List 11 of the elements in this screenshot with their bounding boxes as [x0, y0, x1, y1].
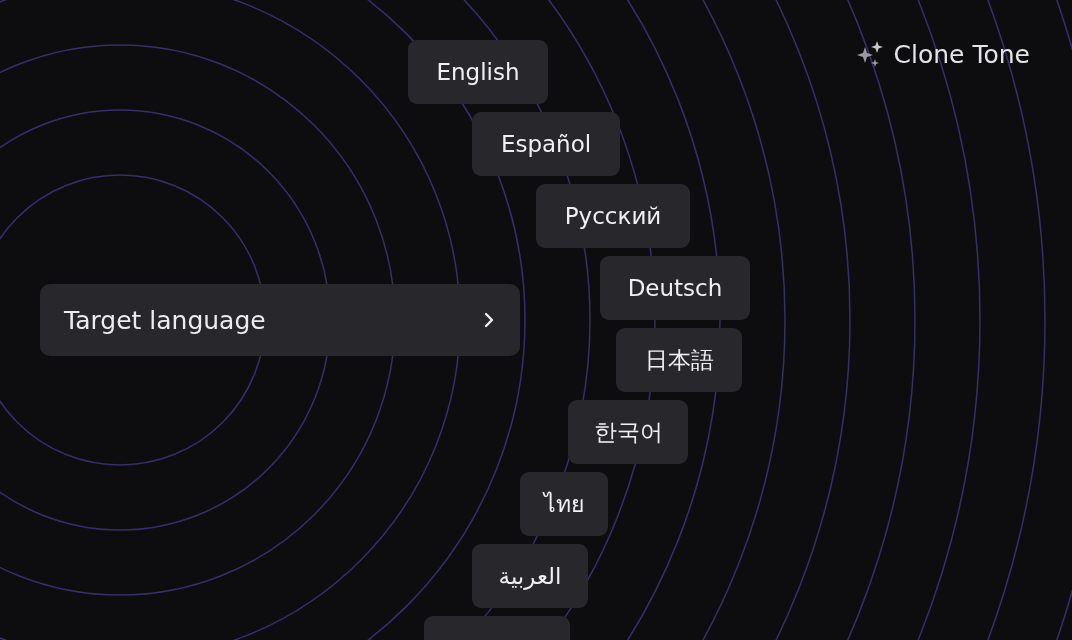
- chevron-right-icon: [484, 312, 494, 328]
- language-option[interactable]: Русский: [536, 184, 690, 248]
- language-option[interactable]: ไทย: [520, 472, 608, 536]
- language-option[interactable]: Español: [472, 112, 620, 176]
- target-language-button[interactable]: Target language: [40, 284, 520, 356]
- language-option[interactable]: 한국어: [568, 400, 688, 464]
- language-option[interactable]: English: [408, 40, 548, 104]
- language-option[interactable]: Deutsch: [600, 256, 750, 320]
- language-option[interactable]: 日本語: [616, 328, 742, 392]
- app-title: Clone Tone: [893, 40, 1030, 69]
- language-option[interactable]: العربية: [472, 544, 588, 608]
